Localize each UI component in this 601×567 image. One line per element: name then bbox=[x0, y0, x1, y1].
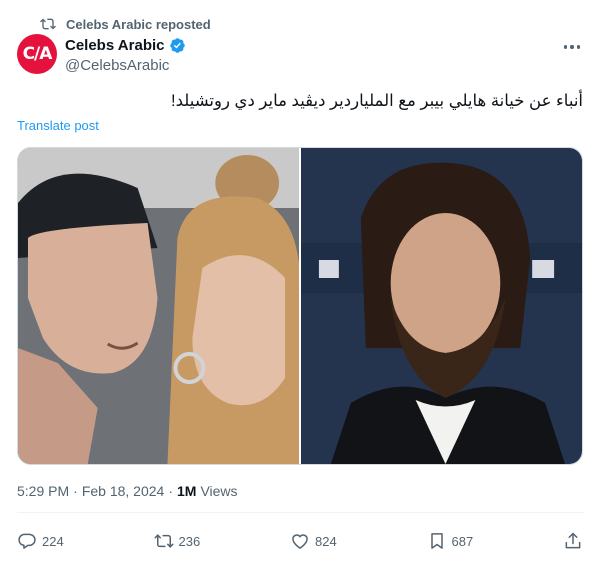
repost-button[interactable]: 236 bbox=[154, 531, 214, 551]
photo-right[interactable] bbox=[301, 148, 582, 464]
action-bar: 224 236 824 687 bbox=[17, 528, 583, 554]
post-date[interactable]: Feb 18, 2024 bbox=[82, 483, 165, 499]
repost-count: 236 bbox=[178, 533, 201, 549]
avatar-logo-text: C/A bbox=[22, 44, 53, 64]
photo-right-illustration bbox=[301, 148, 582, 464]
bookmark-button[interactable]: 687 bbox=[427, 531, 487, 551]
reply-count: 224 bbox=[42, 533, 64, 549]
post-time[interactable]: 5:29 PM bbox=[17, 483, 69, 499]
author-name[interactable]: Celebs Arabic bbox=[65, 36, 165, 55]
more-dot bbox=[576, 45, 581, 49]
like-button[interactable]: 824 bbox=[290, 531, 350, 551]
repost-text: Celebs Arabic reposted bbox=[66, 16, 211, 32]
more-dot bbox=[570, 45, 574, 49]
post-meta: 5:29 PM · Feb 18, 2024 · 1M Views bbox=[17, 483, 238, 499]
bookmark-count: 687 bbox=[451, 533, 474, 549]
meta-separator: · bbox=[168, 483, 173, 499]
reply-icon bbox=[18, 533, 36, 549]
media-grid[interactable] bbox=[17, 147, 583, 465]
bookmark-icon bbox=[430, 533, 443, 549]
more-options-button[interactable] bbox=[561, 38, 583, 56]
share-button[interactable] bbox=[563, 531, 583, 551]
translate-post-link[interactable]: Translate post bbox=[17, 118, 99, 133]
share-icon bbox=[565, 532, 581, 549]
like-count: 824 bbox=[315, 533, 337, 549]
repost-indicator[interactable]: Celebs Arabic reposted bbox=[40, 14, 211, 34]
verified-badge-icon bbox=[169, 38, 185, 53]
reply-button[interactable]: 224 bbox=[17, 531, 77, 551]
heart-icon bbox=[292, 534, 308, 549]
photo-left[interactable] bbox=[18, 148, 299, 464]
tweet-text: أنباء عن خيانة هايلي بيبر مع الملياردير … bbox=[171, 92, 583, 110]
meta-separator: · bbox=[73, 483, 78, 499]
author-block[interactable]: Celebs Arabic @CelebsArabic bbox=[65, 36, 186, 75]
repost-icon bbox=[40, 18, 56, 30]
divider bbox=[17, 512, 584, 513]
avatar[interactable]: C/A bbox=[17, 34, 57, 74]
author-handle[interactable]: @CelebsArabic bbox=[65, 56, 186, 75]
more-dot bbox=[563, 45, 568, 49]
views-count: 1M bbox=[177, 483, 197, 499]
photo-left-illustration bbox=[18, 148, 299, 464]
views-label: Views bbox=[200, 483, 238, 499]
repost-icon bbox=[154, 534, 173, 548]
